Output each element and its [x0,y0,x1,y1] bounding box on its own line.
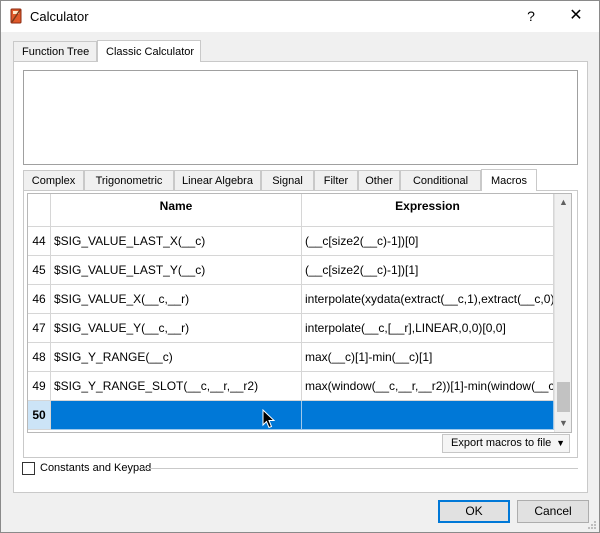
column-header-name[interactable]: Name [51,194,302,227]
scroll-up-icon[interactable]: ▲ [555,194,571,211]
dropdown-arrow-icon[interactable]: ▼ [556,435,565,452]
table-row[interactable]: 44 $SIG_VALUE_LAST_X(__c) (__c[size2(__c… [28,227,554,256]
tab-signal[interactable]: Signal [261,170,314,191]
macro-expression-cell[interactable]: (__c[size2(__c)-1])[0] [302,227,554,256]
tab-classic-calculator[interactable]: Classic Calculator [97,40,201,62]
row-number[interactable]: 45 [28,256,51,285]
vertical-scrollbar[interactable]: ▲ ▼ [554,194,571,432]
column-header-expression[interactable]: Expression [302,194,554,227]
table-row-selected[interactable]: 50 [28,401,554,430]
row-number[interactable]: 47 [28,314,51,343]
macro-expression-cell[interactable]: max(window(__c,__r,__r2))[1]-min(window(… [302,372,554,401]
tab-conditional[interactable]: Conditional [400,170,481,191]
macro-expression-cell[interactable]: max(__c)[1]-min(__c)[1] [302,343,554,372]
tab-filter[interactable]: Filter [314,170,358,191]
mouse-cursor-icon [262,409,276,429]
macro-expression-cell[interactable]: interpolate(__c,[__r],LINEAR,0,0)[0,0] [302,314,554,343]
title-bar: Calculator ? ✕ [1,1,599,32]
row-number[interactable]: 49 [28,372,51,401]
row-number[interactable]: 46 [28,285,51,314]
table-row[interactable]: 47 $SIG_VALUE_Y(__c,__r) interpolate(__c… [28,314,554,343]
resize-grip-icon[interactable] [587,520,597,530]
table-row[interactable]: 46 $SIG_VALUE_X(__c,__r) interpolate(xyd… [28,285,554,314]
macro-expression-cell[interactable]: (__c[size2(__c)-1])[1] [302,256,554,285]
tab-function-tree[interactable]: Function Tree [13,41,97,62]
table-row[interactable]: 45 $SIG_VALUE_LAST_Y(__c) (__c[size2(__c… [28,256,554,285]
cancel-button[interactable]: Cancel [517,500,589,523]
ok-button[interactable]: OK [438,500,510,523]
help-button[interactable]: ? [518,5,544,27]
macro-name-cell[interactable]: $SIG_Y_RANGE_SLOT(__c,__r,__r2) [51,372,302,401]
tab-complex[interactable]: Complex [23,170,84,191]
macro-name-cell[interactable]: $SIG_VALUE_LAST_X(__c) [51,227,302,256]
row-number[interactable]: 44 [28,227,51,256]
tab-linear-algebra[interactable]: Linear Algebra [174,170,261,191]
export-macros-button[interactable]: Export macros to file ▼ [442,434,570,453]
table-row[interactable]: 48 $SIG_Y_RANGE(__c) max(__c)[1]-min(__c… [28,343,554,372]
export-macros-label: Export macros to file [451,437,552,449]
macro-expression-cell[interactable]: interpolate(xydata(extract(__c,1),extrac… [302,285,554,314]
tab-macros[interactable]: Macros [481,169,537,191]
close-button[interactable]: ✕ [563,5,589,27]
expression-input[interactable] [23,70,578,165]
macro-name-cell[interactable]: $SIG_VALUE_LAST_Y(__c) [51,256,302,285]
macro-name-cell[interactable]: $SIG_VALUE_X(__c,__r) [51,285,302,314]
macro-name-cell[interactable]: $SIG_VALUE_Y(__c,__r) [51,314,302,343]
scrollbar-thumb[interactable] [557,382,570,412]
macro-expression-cell[interactable] [302,401,554,430]
table-corner [28,194,51,227]
constants-checkbox-label[interactable]: Constants and Keypad [40,461,151,476]
scroll-down-icon[interactable]: ▼ [555,415,571,432]
table-row[interactable]: 49 $SIG_Y_RANGE_SLOT(__c,__r,__r2) max(w… [28,372,554,401]
row-number[interactable]: 48 [28,343,51,372]
row-number[interactable]: 50 [28,401,51,430]
constants-checkbox[interactable] [22,462,35,475]
macro-name-cell[interactable]: $SIG_Y_RANGE(__c) [51,343,302,372]
macros-table: Name Expression 44 $SIG_VALUE_LAST_X(__c… [27,193,572,433]
tab-trigonometric[interactable]: Trigonometric [84,170,174,191]
group-divider [141,468,578,469]
calculator-app-icon [10,8,22,24]
calculator-window: Calculator ? ✕ Function Tree Classic Cal… [0,0,600,533]
window-title: Calculator [30,9,89,24]
tab-other[interactable]: Other [358,170,400,191]
